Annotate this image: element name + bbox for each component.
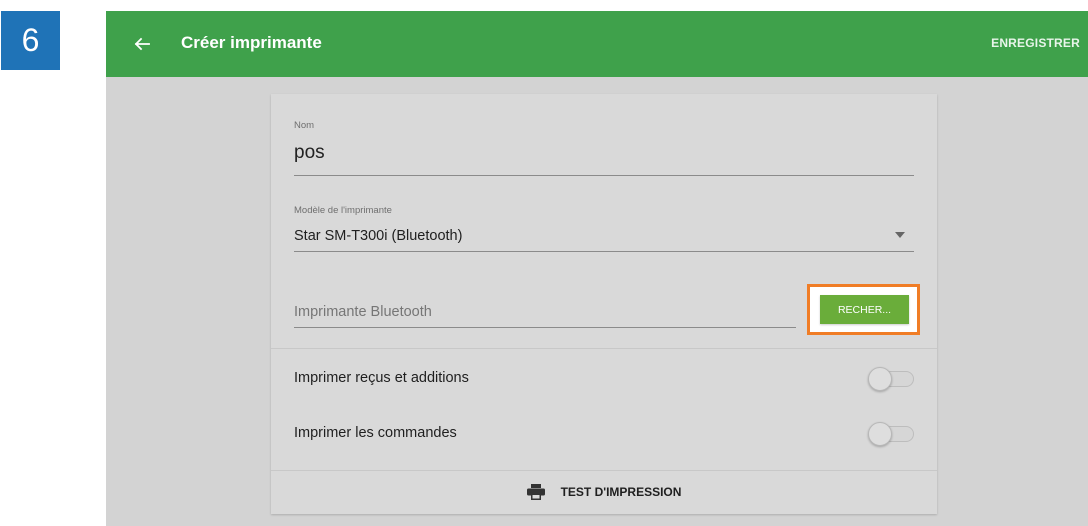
toggle-knob [868, 422, 892, 446]
name-field[interactable]: pos [294, 142, 325, 164]
page-title: Créer imprimante [181, 33, 322, 52]
name-field-underline [294, 175, 914, 176]
printer-icon [526, 484, 545, 500]
test-print-button[interactable]: TEST D'IMPRESSION [271, 470, 937, 514]
tablet-screen: Créer imprimante ENREGISTRER Nom pos Mod… [106, 11, 1088, 526]
search-button[interactable]: RECHER... [820, 295, 909, 324]
toggle-knob [868, 367, 892, 391]
bluetooth-field-underline [294, 327, 796, 328]
name-field-label: Nom [294, 120, 315, 131]
printer-model-underline [294, 251, 914, 252]
print-orders-label: Imprimer les commandes [294, 425, 457, 441]
arrow-left-icon[interactable] [130, 32, 154, 56]
caret-down-icon[interactable] [895, 232, 905, 238]
printer-model-select[interactable]: Star SM-T300i (Bluetooth) [294, 228, 462, 244]
step-number-badge: 6 [1, 11, 60, 70]
print-receipts-toggle[interactable] [868, 366, 916, 392]
print-receipts-label: Imprimer reçus et additions [294, 370, 469, 386]
save-button[interactable]: ENREGISTRER [991, 36, 1080, 50]
printer-model-label: Modèle de l'imprimante [294, 205, 392, 216]
bluetooth-printer-field[interactable]: Imprimante Bluetooth [294, 304, 432, 320]
printer-form-card: Nom pos Modèle de l'imprimante Star SM-T… [271, 94, 937, 514]
app-bar: Créer imprimante ENREGISTRER [106, 11, 1088, 77]
print-orders-toggle[interactable] [868, 421, 916, 447]
search-button-highlight: RECHER... [807, 284, 920, 335]
test-print-label: TEST D'IMPRESSION [560, 485, 682, 499]
section-divider [271, 348, 937, 349]
tutorial-step: 6 Créer imprimante ENREGISTRER Nom pos M… [0, 0, 1088, 526]
